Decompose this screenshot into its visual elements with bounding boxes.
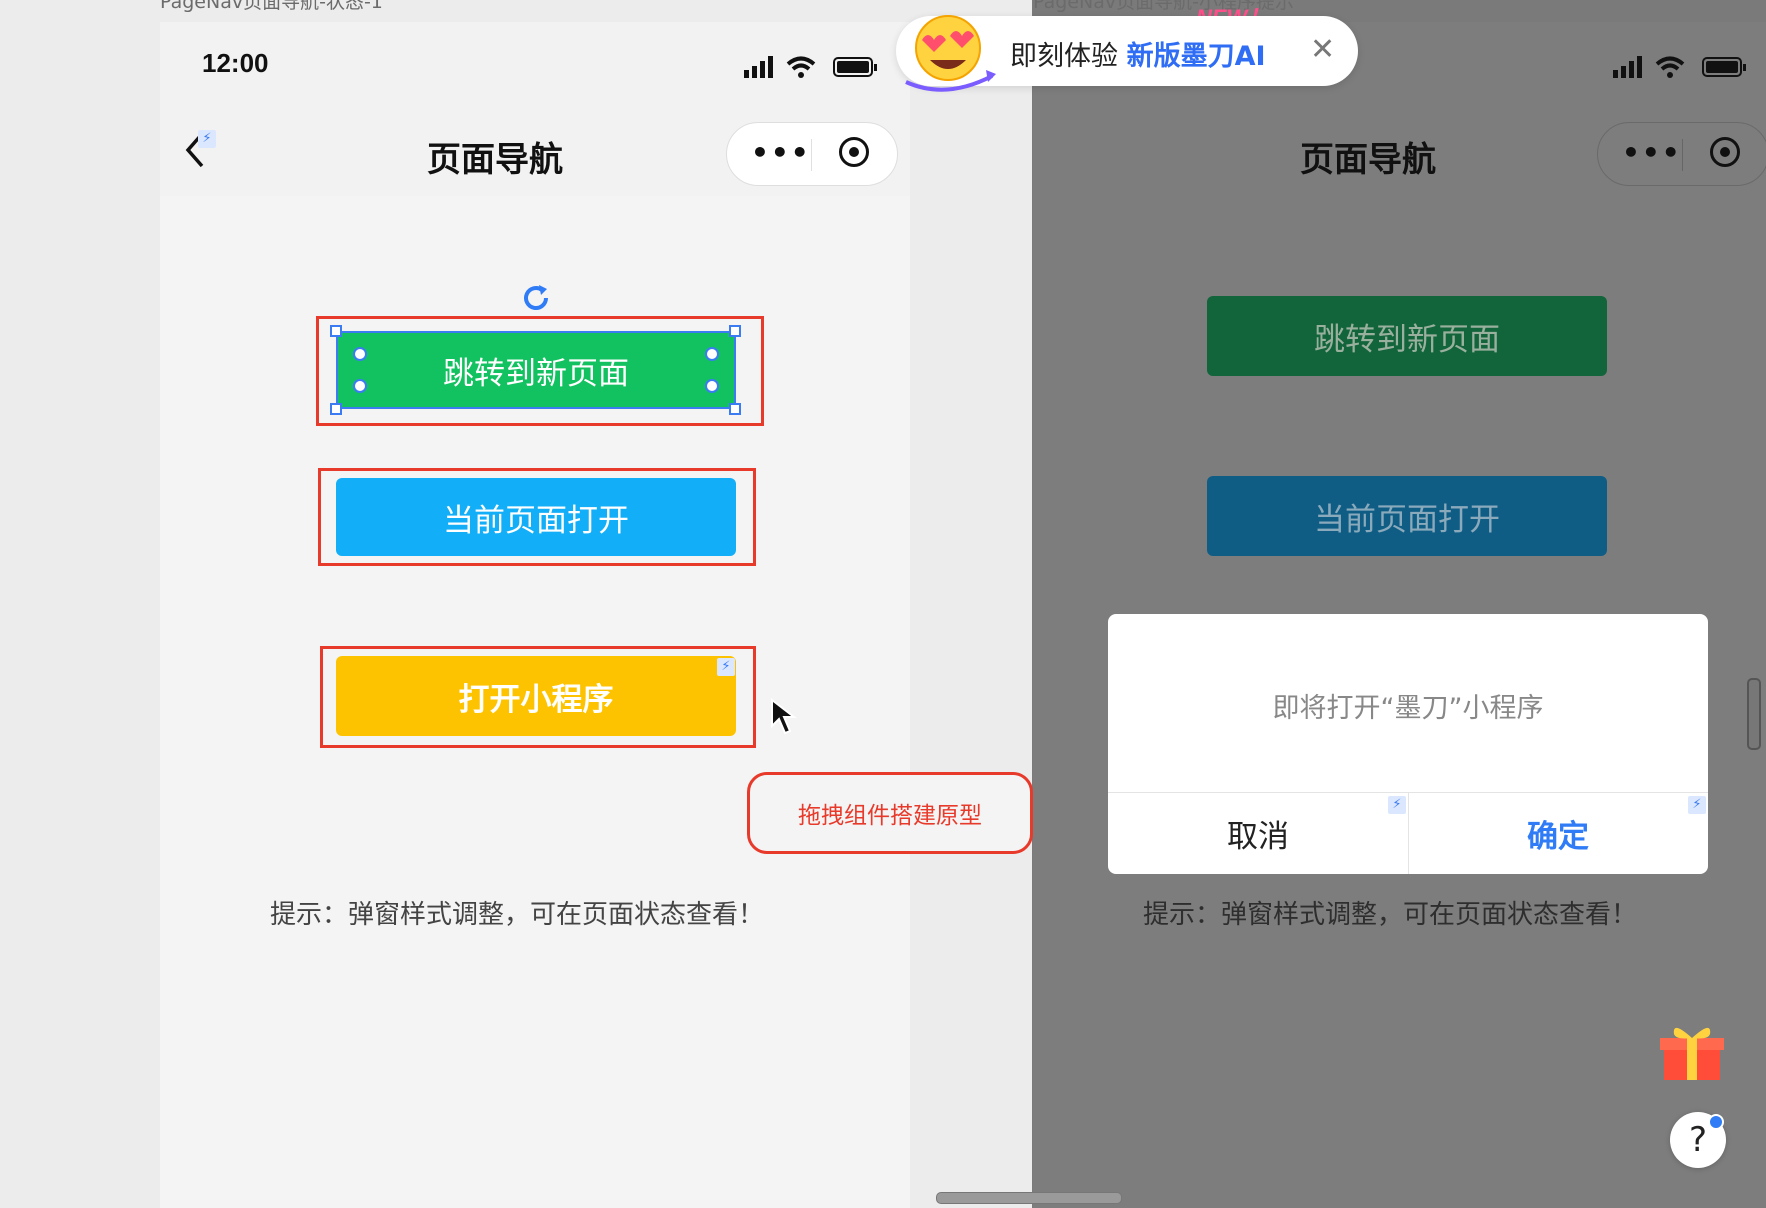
- notification-dot: [1708, 1114, 1724, 1130]
- resize-handle-tr[interactable]: [729, 325, 741, 337]
- horizontal-scrollbar[interactable]: [936, 1192, 1122, 1204]
- promo-banner[interactable]: 即刻体验 新版墨刀AI ✕: [896, 15, 1358, 92]
- connect-handle[interactable]: [705, 347, 719, 361]
- more-dots-icon[interactable]: •••: [1622, 139, 1682, 167]
- dialog-confirm-button[interactable]: 确定: [1408, 792, 1708, 874]
- connect-handle[interactable]: [353, 379, 367, 393]
- promo-text: 即刻体验 新版墨刀AI: [1010, 34, 1266, 73]
- hint-text-left: 提示：弹窗样式调整，可在页面状态查看！: [270, 900, 765, 930]
- promo-text-highlight[interactable]: 新版墨刀AI: [1127, 41, 1266, 72]
- open-miniprogram-button[interactable]: 打开小程序: [336, 656, 736, 736]
- scrollbar-thumb[interactable]: [1747, 678, 1761, 750]
- promo-text-prefix: 即刻体验: [1010, 41, 1118, 72]
- capsule-divider: [811, 139, 812, 171]
- resize-handle-br[interactable]: [729, 403, 741, 415]
- connect-handle[interactable]: [705, 379, 719, 393]
- target-icon[interactable]: [839, 137, 869, 167]
- bolt-icon: ⚡: [717, 658, 735, 676]
- gift-icon[interactable]: [1660, 1022, 1724, 1082]
- bolt-icon: ⚡: [1388, 796, 1406, 814]
- confirm-dialog: 即将打开“墨刀”小程序 取消 确定 ⚡ ⚡: [1108, 614, 1708, 874]
- bolt-icon: ⚡: [1688, 796, 1706, 814]
- menu-capsule[interactable]: •••: [726, 122, 898, 186]
- status-icons: [744, 56, 877, 78]
- jump-new-page-button-dim: 跳转到新页面: [1207, 296, 1607, 376]
- resize-handle-tl[interactable]: [330, 325, 342, 337]
- close-icon[interactable]: ✕: [1310, 32, 1335, 67]
- help-label: ?: [1688, 1120, 1708, 1160]
- target-icon[interactable]: [1710, 137, 1740, 167]
- open-current-page-button[interactable]: 当前页面打开: [336, 478, 736, 556]
- dialog-message: 即将打开“墨刀”小程序: [1272, 693, 1544, 724]
- status-icons-right: [1613, 56, 1746, 78]
- more-dots-icon[interactable]: •••: [751, 139, 811, 167]
- frame-title-left[interactable]: PageNav页面导航-状态-1: [160, 0, 383, 12]
- hint-text-right: 提示：弹窗样式调整，可在页面状态查看！: [1143, 900, 1638, 930]
- dialog-cancel-button[interactable]: 取消: [1108, 792, 1408, 874]
- emoji-mascot-icon: [905, 15, 996, 92]
- resize-handle-bl[interactable]: [330, 403, 342, 415]
- cursor-arrow-icon: [771, 698, 797, 735]
- status-time: 12:00: [202, 48, 269, 78]
- menu-capsule-right[interactable]: •••: [1597, 122, 1766, 186]
- jump-new-page-button[interactable]: 跳转到新页面: [336, 331, 736, 409]
- capsule-divider: [1682, 139, 1683, 171]
- connect-handle[interactable]: [353, 347, 367, 361]
- rotate-icon[interactable]: [520, 282, 552, 314]
- help-button[interactable]: ?: [1670, 1112, 1726, 1168]
- drag-tip-callout: 拖拽组件搭建原型: [747, 772, 1033, 854]
- phone-frame-left: 12:00 ⚡ 页面导航 •••: [160, 22, 910, 1208]
- open-current-page-button-dim: 当前页面打开: [1207, 476, 1607, 556]
